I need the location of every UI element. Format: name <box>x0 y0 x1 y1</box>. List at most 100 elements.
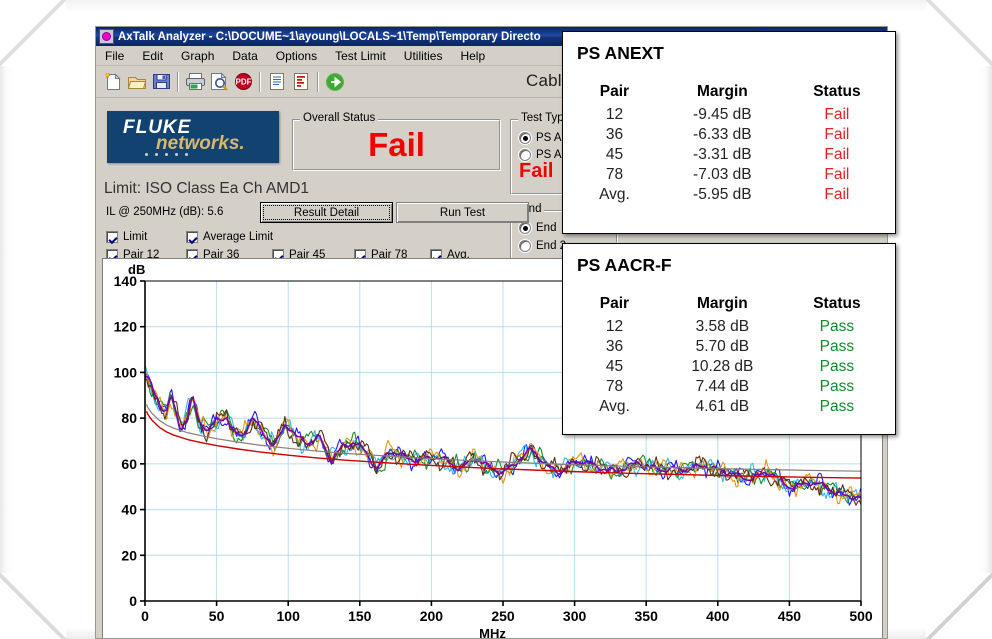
cell-status: Fail <box>824 166 850 183</box>
menu-item-test-limit[interactable]: Test Limit <box>326 47 395 65</box>
menu-item-utilities[interactable]: Utilities <box>395 47 452 65</box>
result-detail-button[interactable]: Result Detail <box>260 202 393 223</box>
table-row: Avg. -5.95 dB Fail <box>563 185 895 205</box>
menu-item-options[interactable]: Options <box>267 47 326 65</box>
ps-aacr-f-result-panel: PS AACR-F Pair Margin Status 12 3.58 dB … <box>562 243 896 435</box>
svg-text:100: 100 <box>114 364 138 380</box>
cell-margin: -6.33 dB <box>693 126 752 143</box>
checkbox-box-average-limit[interactable] <box>186 231 198 243</box>
cell-margin: 3.58 dB <box>695 318 750 335</box>
table-row: 12 -9.45 dB Fail <box>563 105 895 125</box>
table-row: 12 3.58 dB Pass <box>563 317 895 337</box>
svg-text:0: 0 <box>129 593 137 609</box>
limit-text: Limit: ISO Class Ea Ch AMD1 <box>104 180 310 197</box>
overall-status-group: Overall Status Fail <box>292 112 501 171</box>
toolbar-separator-2 <box>259 71 261 92</box>
svg-text:140: 140 <box>114 273 138 289</box>
header-pair: Pair <box>599 295 630 312</box>
table-row: 78 -7.03 dB Fail <box>563 165 895 185</box>
cell-pair: 12 <box>605 318 624 335</box>
table-row: 45 10.28 dB Pass <box>563 357 895 377</box>
menu-item-graph[interactable]: Graph <box>172 47 223 65</box>
svg-text:60: 60 <box>121 456 137 472</box>
svg-text:350: 350 <box>635 608 659 624</box>
fluke-networks-logo: FLUKE networks. <box>107 111 279 163</box>
menu-item-help[interactable]: Help <box>451 47 494 65</box>
header-pair: Pair <box>599 83 630 100</box>
print-icon[interactable] <box>183 69 207 95</box>
svg-text:40: 40 <box>121 502 137 518</box>
cell-margin: 5.70 dB <box>695 338 750 355</box>
table-header-row: Pair Margin Status <box>563 82 895 105</box>
radio-indicator-end-1[interactable] <box>519 222 531 234</box>
logo-dots <box>145 153 188 156</box>
svg-text:0: 0 <box>141 608 149 624</box>
svg-text:50: 50 <box>209 608 225 624</box>
ps-anext-result-panel: PS ANEXT Pair Margin Status 12 -9.45 dB … <box>562 31 896 234</box>
radio-indicator-end-2[interactable] <box>519 240 531 252</box>
radio-end-1[interactable]: End <box>519 222 556 234</box>
cell-margin: -7.03 dB <box>693 166 752 183</box>
chart-report-icon[interactable] <box>289 69 313 95</box>
cell-status: Fail <box>824 106 850 123</box>
ps-aacr-f-table: Pair Margin Status 12 3.58 dB Pass 36 5.… <box>563 294 895 417</box>
cell-margin: 10.28 dB <box>691 358 754 375</box>
checkbox-box-limit[interactable] <box>106 231 118 243</box>
cell-margin: 4.61 dB <box>695 398 750 415</box>
header-margin: Margin <box>696 295 748 312</box>
table-row: Avg. 4.61 dB Pass <box>563 397 895 417</box>
cell-pair: Avg. <box>599 398 630 415</box>
ps-anext-table: Pair Margin Status 12 -9.45 dB Fail 36 -… <box>563 82 895 205</box>
run-test-button-label: Run Test <box>439 206 486 219</box>
svg-text:200: 200 <box>420 608 444 624</box>
cell-pair: 45 <box>605 146 624 163</box>
cell-pair: Avg. <box>599 186 630 203</box>
cell-pair: 78 <box>605 378 624 395</box>
run-test-button[interactable]: Run Test <box>396 202 529 223</box>
radio-label-end-1: End <box>536 222 557 234</box>
cell-status: Pass <box>819 338 855 355</box>
print-preview-icon[interactable] <box>207 69 231 95</box>
svg-text:100: 100 <box>277 608 301 624</box>
radio-indicator-ps-anext[interactable] <box>519 132 531 144</box>
table-row: 36 5.70 dB Pass <box>563 337 895 357</box>
open-folder-icon[interactable] <box>125 69 149 95</box>
overall-status-label: Overall Status <box>300 112 379 124</box>
cell-pair: 36 <box>605 338 624 355</box>
save-floppy-icon[interactable] <box>149 69 173 95</box>
header-status: Status <box>813 295 861 312</box>
svg-text:300: 300 <box>563 608 587 624</box>
cell-pair: 12 <box>605 106 624 123</box>
overall-status-value: Fail <box>368 126 425 163</box>
pdf-export-icon[interactable]: PDF <box>231 69 255 95</box>
menu-item-edit[interactable]: Edit <box>133 47 172 65</box>
table-row: 36 -6.33 dB Fail <box>563 125 895 145</box>
checkbox-label-average-limit: Average Limit <box>203 231 274 243</box>
cell-pair: 45 <box>605 358 624 375</box>
test-type-status: Fail <box>519 160 554 182</box>
cell-margin: 7.44 dB <box>695 378 750 395</box>
svg-text:150: 150 <box>348 608 372 624</box>
checkbox-label-limit: Limit <box>123 231 148 243</box>
svg-text:20: 20 <box>121 547 137 563</box>
new-document-icon[interactable] <box>101 69 125 95</box>
radio-end-2[interactable]: End 2 <box>519 240 566 252</box>
table-header-row: Pair Margin Status <box>563 294 895 317</box>
cell-status: Pass <box>819 378 855 395</box>
cell-pair: 78 <box>605 166 624 183</box>
cell-status: Fail <box>824 126 850 143</box>
toolbar-separator-3 <box>317 71 319 92</box>
insertion-loss-text: IL @ 250MHz (dB): 5.6 <box>106 206 224 218</box>
cell-status: Pass <box>819 398 855 415</box>
green-arrow-run-icon[interactable] <box>323 69 347 95</box>
menu-item-file[interactable]: File <box>96 47 133 65</box>
svg-text:450: 450 <box>778 608 802 624</box>
svg-text:500: 500 <box>849 608 873 624</box>
checkbox-limit[interactable]: Limit <box>106 231 147 243</box>
checkbox-average-limit[interactable]: Average Limit <box>186 231 273 243</box>
toolbar-separator-1 <box>177 71 179 92</box>
report-document-icon[interactable] <box>265 69 289 95</box>
menu-item-data[interactable]: Data <box>223 47 266 65</box>
chart-x-axis-label: MHz <box>479 626 506 639</box>
svg-text:250: 250 <box>491 608 515 624</box>
